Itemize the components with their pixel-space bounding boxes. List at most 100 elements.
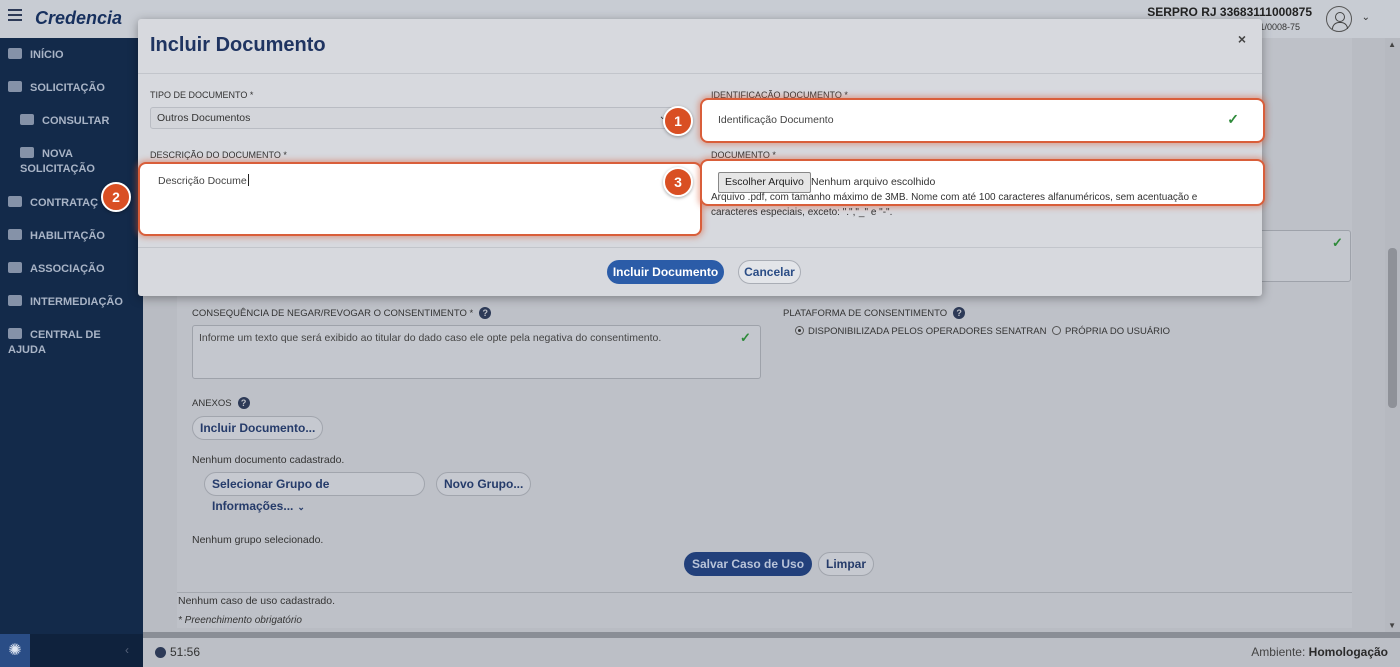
sidebar-item-label: SOLICITAÇÃO [30,82,105,94]
sidebar-item-solicitacao[interactable]: SOLICITAÇÃO [0,81,143,96]
consequencia-label-text: CONSEQUÊNCIA DE NEGAR/REVOGAR O CONSENTI… [192,308,474,319]
user-avatar-icon[interactable] [1326,6,1352,32]
scroll-up-icon[interactable]: ▲ [1388,40,1396,49]
session-timer: 51:56 [170,645,201,659]
file-status-text: Nenhum arquivo escolhido [811,176,936,188]
selecionar-grupo-label: Selecionar Grupo de Informações... [212,477,330,513]
file-icon [20,147,34,158]
radio-propria[interactable]: PRÓPRIA DO USUÁRIO [1052,326,1170,337]
modal-divider [138,247,1262,248]
tipo-documento-label: TIPO DE DOCUMENTO * [150,90,254,100]
text-cursor [247,174,249,186]
salvar-caso-button[interactable]: Salvar Caso de Uso [684,552,813,576]
sidebar-item-label: NOVA [42,148,73,160]
menu-icon[interactable] [8,9,22,21]
help-icon[interactable]: ? [953,307,966,319]
file-help-text: Arquivo .pdf, com tamanho máximo de 3MB.… [711,192,1198,218]
question-icon [8,328,22,339]
handshake-icon [8,196,22,207]
sidebar-item-consultar[interactable]: CONSULTAR [0,114,143,129]
scroll-down-icon[interactable]: ▼ [1388,621,1396,630]
limpar-button[interactable]: Limpar [818,552,875,576]
close-icon[interactable]: × [1238,31,1246,47]
sidebar-item-inicio[interactable]: INÍCIO [0,48,143,63]
novo-grupo-button[interactable]: Novo Grupo... [436,472,532,496]
sidebar-item-label: INÍCIO [30,49,64,61]
tipo-documento-select[interactable]: Outros Documentos ⌄ [150,107,674,129]
check-icon: ✓ [740,330,751,345]
nenhum-documento-text: Nenhum documento cadastrado. [192,454,345,466]
cookie-icon[interactable]: ✺ [0,634,30,667]
obrigatorio-note: * Preenchimento obrigatório [178,615,302,626]
incluir-documento-button[interactable]: Incluir Documento... [192,416,324,440]
modal-divider [138,73,1262,74]
descricao-documento-label: DESCRIÇÃO DO DOCUMENTO * [150,150,287,160]
env-value: Homologação [1308,645,1388,659]
sidebar-item-habilitacao[interactable]: HABILITAÇÃO [0,229,143,244]
radio-selected-icon[interactable] [795,326,804,335]
radio-propria-label: PRÓPRIA DO USUÁRIO [1065,326,1171,337]
home-icon [8,48,22,59]
divider [177,592,1352,593]
sidebar-item-label: CENTRAL DE [30,329,101,341]
chevron-down-icon[interactable]: ⌄ [1362,12,1370,23]
identificacao-documento-value: Identificação Documento [718,114,834,126]
sidebar-item-label: CONSULTAR [42,115,110,127]
help-icon[interactable]: ? [479,307,492,319]
identificacao-documento-input[interactable]: Identificação Documento ✓ [700,98,1265,143]
sidebar-item-intermediacao[interactable]: INTERMEDIAÇÃO [0,295,143,310]
check-icon: ✓ [1227,111,1239,127]
org-name: SERPRO RJ 33683111000875 [1147,5,1312,19]
sidebar: INÍCIO SOLICITAÇÃO CONSULTAR NOVA SOLICI… [0,38,143,667]
sidebar-item-nova-solicitacao[interactable]: NOVA SOLICITAÇÃO [0,147,143,177]
tipo-documento-value: Outros Documentos [157,112,251,124]
page-scrollbar[interactable]: ▲ ▼ [1385,38,1400,632]
plataforma-label: PLATAFORMA DE CONSENTIMENTO? [783,307,966,319]
user-tie-icon [8,295,22,306]
sidebar-item-label: AJUDA [8,344,46,356]
radio-senatran[interactable]: DISPONIBILIZADA PELOS OPERADORES SENATRA… [795,326,1046,337]
environment-label: Ambiente: Homologação [1251,645,1388,659]
sidebar-item-label: INTERMEDIAÇÃO [30,296,123,308]
radio-senatran-label: DISPONIBILIZADA PELOS OPERADORES SENATRA… [808,326,1047,337]
radio-unselected-icon[interactable] [1052,326,1061,335]
descricao-documento-text: Descrição Docume [158,175,247,187]
anexos-label-text: ANEXOS [192,398,232,409]
brand-logo[interactable]: Credencia [35,8,122,29]
clock-icon [155,647,166,658]
annotation-badge-1: 1 [663,106,693,136]
chevron-left-icon[interactable]: ‹ [125,643,129,657]
nenhum-grupo-text: Nenhum grupo selecionado. [192,534,324,546]
help-icon[interactable]: ? [237,397,250,409]
chevron-down-icon: ⌄ [297,502,305,512]
annotation-badge-3: 3 [663,167,693,197]
descricao-documento-value: Descrição Docume [158,174,249,187]
sidebar-item-label: HABILITAÇÃO [30,230,105,242]
incluir-documento-modal: Incluir Documento × TIPO DE DOCUMENTO * … [138,19,1262,296]
incluir-documento-submit-button[interactable]: Incluir Documento [607,260,724,284]
id-card-icon [8,229,22,240]
sidebar-item-label: CONTRATAÇ [30,197,99,209]
sidebar-item-central-de-ajuda[interactable]: CENTRAL DE AJUDA [0,328,143,358]
nenhum-caso-text: Nenhum caso de uso cadastrado. [178,595,336,607]
sidebar-item-label: SOLICITAÇÃO [20,163,95,175]
users-icon [8,262,22,273]
descricao-documento-textarea[interactable]: Descrição Docume [138,162,702,236]
consequencia-label: CONSEQUÊNCIA DE NEGAR/REVOGAR O CONSENTI… [192,307,492,319]
sidebar-footer: ✺ ‹ [0,634,143,667]
consequencia-textarea[interactable]: Informe um texto que será exibido ao tit… [192,325,761,379]
check-icon: ✓ [1332,235,1343,250]
annotation-badge-2: 2 [101,182,131,212]
env-label: Ambiente: [1251,645,1306,659]
anexos-label: ANEXOS? [192,397,250,409]
scroll-thumb[interactable] [1388,248,1397,408]
search-icon [20,114,34,125]
cancelar-button[interactable]: Cancelar [738,260,801,284]
consequencia-text: Informe um texto que será exibido ao tit… [199,332,662,344]
edit-icon [8,81,22,92]
sidebar-item-associacao[interactable]: ASSOCIAÇÃO [0,262,143,277]
modal-title: Incluir Documento [150,34,326,56]
sidebar-item-label: ASSOCIAÇÃO [30,263,105,275]
plataforma-label-text: PLATAFORMA DE CONSENTIMENTO [783,308,948,319]
selecionar-grupo-button[interactable]: Selecionar Grupo de Informações... ⌄ [204,472,425,513]
